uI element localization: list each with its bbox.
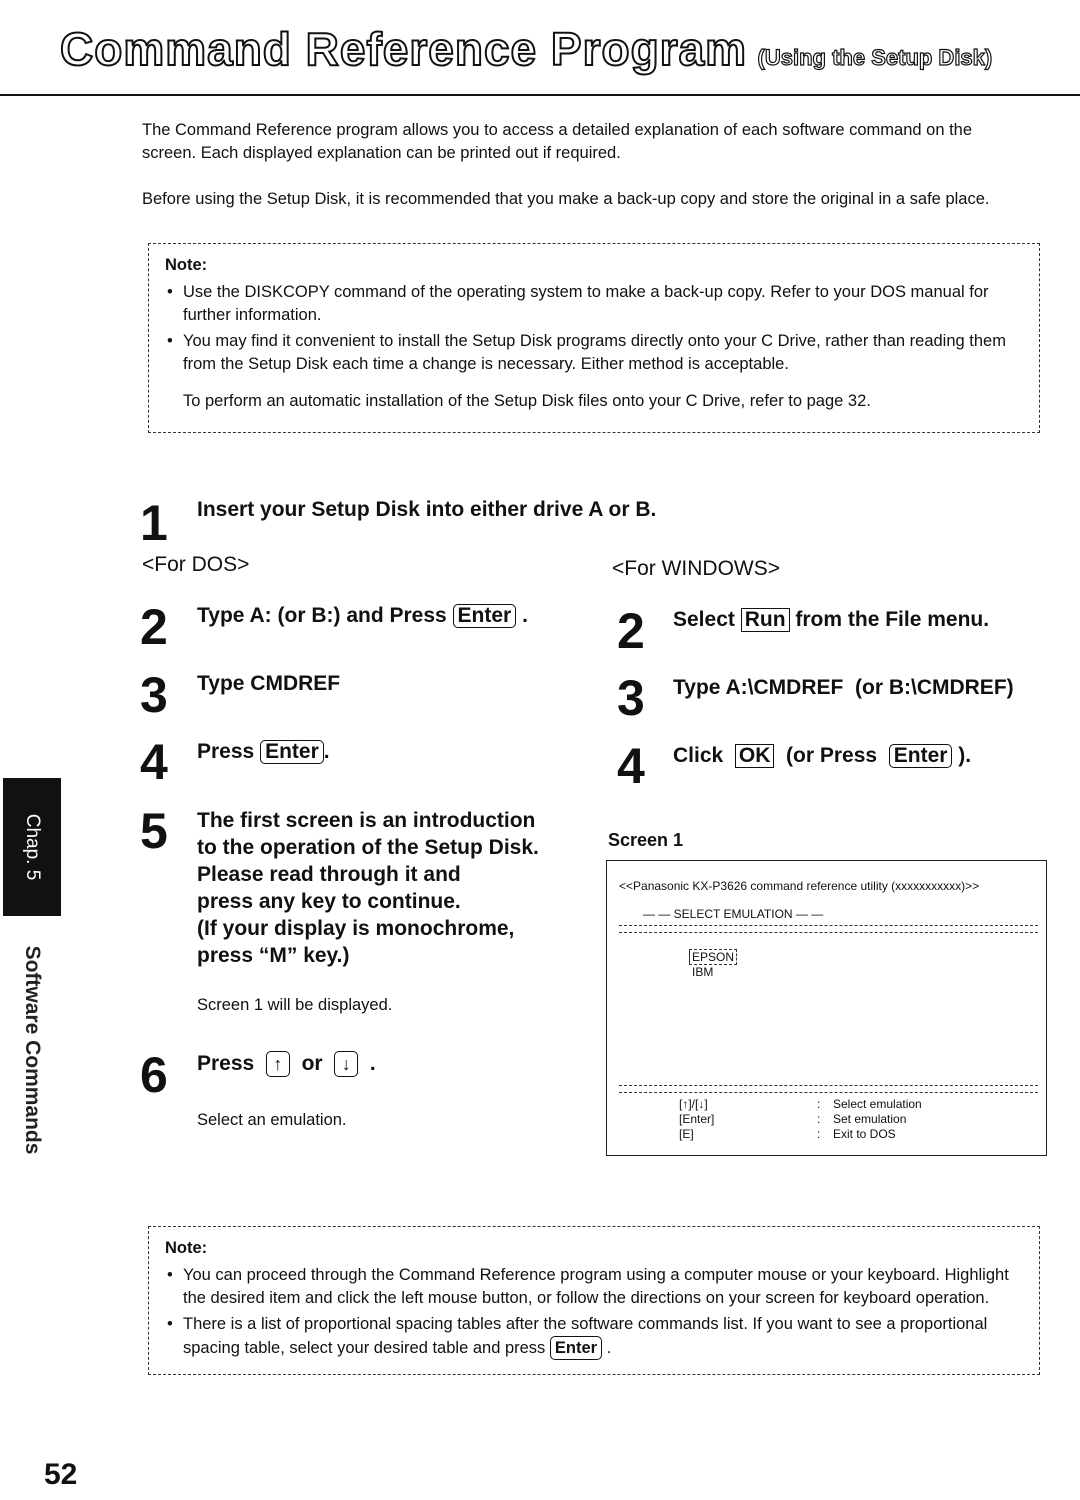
step-5-subtext: Screen 1 will be displayed. <box>197 996 393 1014</box>
enter-key: Enter <box>888 744 953 768</box>
screen-banner: <<Panasonic KX-P3626 command reference u… <box>619 879 980 893</box>
chapter-tab: Chap. 5 <box>3 778 61 916</box>
screen-key-action: Set emulation <box>833 1112 907 1126</box>
step-6-text: Press <box>197 1052 255 1075</box>
step-1-text: Insert your Setup Disk into either drive… <box>197 498 657 521</box>
dos-step-4-text: Press <box>197 740 255 763</box>
down-arrow-key-icon: ↓ <box>334 1051 359 1078</box>
step-5-line: The first screen is an introduction <box>197 809 536 832</box>
screen-key-hint: [E] <box>679 1127 694 1141</box>
screen-1-display: <<Panasonic KX-P3626 command reference u… <box>606 860 1047 1156</box>
note-bullet: You may find it convenient to install th… <box>165 330 1023 376</box>
note-box-backup: Note: Use the DISKCOPY command of the op… <box>148 243 1040 433</box>
title-subtitle: (Using the Setup Disk) <box>757 44 993 70</box>
section-side-label: Software Commands <box>14 940 50 1160</box>
step-number-3-win: 3 <box>617 670 645 726</box>
step-5-line: to the operation of the Setup Disk. <box>197 836 539 859</box>
note-list: You can proceed through the Command Refe… <box>165 1264 1023 1360</box>
page-title: Command Reference Program (Using the Set… <box>59 22 993 76</box>
note-box-navigation: Note: You can proceed through the Comman… <box>148 1226 1040 1375</box>
enter-key: Enter <box>452 604 517 628</box>
win-step-3-text: Type A:\CMDREF (or B:\CMDREF) <box>673 676 1014 699</box>
step-5-text: The first screen is an introduction to t… <box>197 807 539 969</box>
note-bullet: Use the DISKCOPY command of the operatin… <box>165 281 1023 327</box>
step-number-5: 5 <box>140 803 168 859</box>
windows-heading: <For WINDOWS> <box>612 557 781 580</box>
note-bullet: There is a list of proportional spacing … <box>165 1313 1023 1360</box>
screen-1-label: Screen 1 <box>608 830 684 850</box>
enter-key: Enter <box>549 1336 603 1360</box>
step-5-line: press any key to continue. <box>197 890 461 913</box>
intro-paragraph-1: The Command Reference program allows you… <box>142 121 973 162</box>
win-step-2-text-b: from the File menu. <box>795 608 990 631</box>
win-step-2-text: Select <box>673 608 735 631</box>
emulation-option-epson[interactable]: EPSON <box>689 949 738 965</box>
section-label: Software Commands <box>21 945 44 1155</box>
period: . <box>606 1339 612 1357</box>
step-number-4-win: 4 <box>617 738 645 794</box>
dos-step-2: Type A: (or B:) and Press Enter . <box>197 602 528 629</box>
win-step-4: Click OK (or Press Enter ). <box>673 742 971 769</box>
step-6-or: or <box>301 1052 323 1075</box>
selected-option[interactable]: EPSON <box>689 949 738 965</box>
dos-heading: <For DOS> <box>142 553 250 576</box>
step-number-6: 6 <box>140 1047 168 1103</box>
dos-step-3-text: Type CMDREF <box>197 672 341 695</box>
period: . <box>369 1052 376 1075</box>
step-number-1: 1 <box>140 495 168 551</box>
period: . <box>323 740 330 763</box>
page-number: 52 <box>44 1458 78 1491</box>
note-list: Use the DISKCOPY command of the operatin… <box>165 281 1023 376</box>
enter-key: Enter <box>260 740 324 764</box>
note-bullet: You can proceed through the Command Refe… <box>165 1264 1023 1310</box>
screen-key-action: Select emulation <box>833 1097 922 1111</box>
note-label: Note: <box>165 256 208 274</box>
screen-divider-top <box>619 925 1038 933</box>
screen-section-title: — — SELECT EMULATION — — <box>643 907 824 921</box>
header-rule <box>0 94 1080 96</box>
step-number-2-dos: 2 <box>140 599 168 655</box>
screen-key-hint: [Enter] <box>679 1112 715 1126</box>
note-extra-text: To perform an automatic installation of … <box>183 392 871 410</box>
step-5-line: Please read through it and <box>197 863 461 886</box>
note-label: Note: <box>165 1239 208 1257</box>
step-number-4-dos: 4 <box>140 734 168 790</box>
period: . <box>522 604 528 627</box>
screen-divider-bottom <box>619 1085 1038 1093</box>
chapter-label: Chap. 5 <box>22 813 43 881</box>
screen-key-sep: : <box>817 1127 821 1141</box>
screen-key-hint: [↑]/[↓] <box>679 1097 708 1111</box>
run-menu-item: Run <box>740 608 790 632</box>
dos-step-2-text: Type A: (or B:) and Press <box>197 604 447 627</box>
win-step-2: Select Run from the File menu. <box>673 606 989 633</box>
step-5-line: (If your display is monochrome, <box>197 917 515 940</box>
step-number-3-dos: 3 <box>140 667 168 723</box>
dos-step-4: Press Enter. <box>197 738 330 765</box>
up-arrow-key-icon: ↑ <box>265 1051 290 1078</box>
step-6-subtext: Select an emulation. <box>197 1111 347 1129</box>
win-step-4-text: Click <box>673 744 724 767</box>
intro-paragraph-2: Before using the Setup Disk, it is recom… <box>142 190 990 208</box>
win-step-4-text-c: ). <box>958 744 972 767</box>
screen-key-action: Exit to DOS <box>833 1127 896 1141</box>
emulation-option-ibm[interactable]: IBM <box>692 965 713 979</box>
ok-button: OK <box>734 744 775 768</box>
title-main: Command Reference Program <box>59 22 748 76</box>
screen-key-sep: : <box>817 1097 821 1111</box>
step-5-line: press “M” key.) <box>197 944 350 967</box>
screen-key-sep: : <box>817 1112 821 1126</box>
step-number-2-win: 2 <box>617 603 645 659</box>
win-step-4-text-b: (or Press <box>786 744 878 767</box>
step-6: Press ↑ or ↓ . <box>197 1050 376 1078</box>
